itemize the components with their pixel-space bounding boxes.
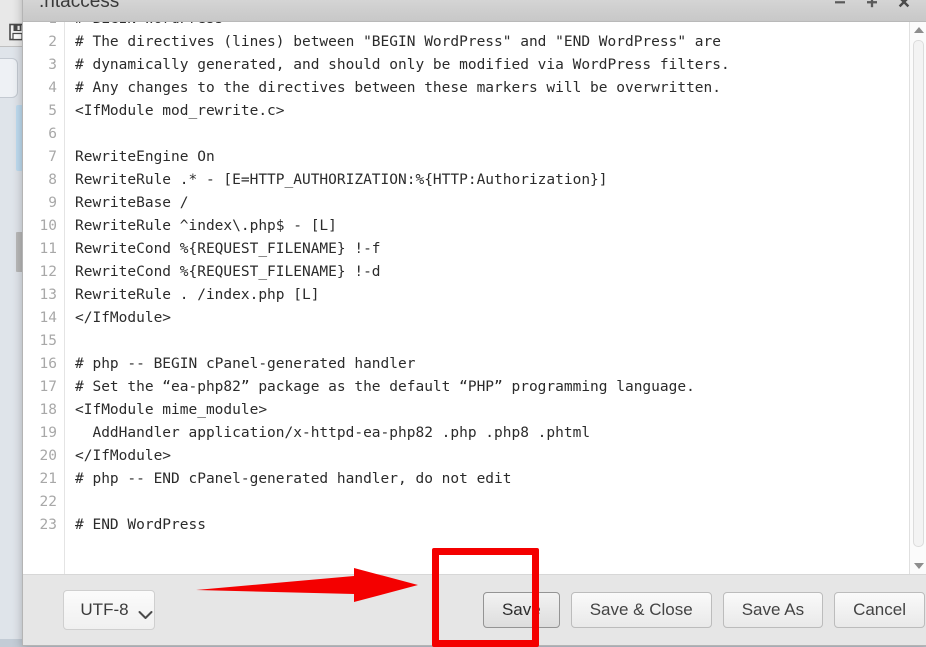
line-number: 14: [39, 310, 57, 326]
code-editor-surface[interactable]: 1234567891011121314151617181920212223 # …: [23, 22, 909, 574]
code-line[interactable]: RewriteCond %{REQUEST_FILENAME} !-d: [75, 261, 909, 284]
save-button[interactable]: Save: [482, 592, 560, 628]
dialog-footer: UTF-8 Save Save & Close Save As Cancel: [23, 575, 926, 645]
save-as-button-label: Save As: [741, 600, 805, 619]
code-line[interactable]: # The directives (lines) between "BEGIN …: [75, 31, 909, 54]
close-icon[interactable]: [895, 0, 913, 11]
code-line[interactable]: RewriteBase /: [75, 192, 909, 215]
cancel-button[interactable]: Cancel: [834, 592, 925, 628]
code-line[interactable]: [75, 491, 909, 514]
line-number: 19: [39, 425, 57, 441]
screen-root: .htaccess 2 3 4 5 6 7 8 9 10 11 12 13 14…: [0, 0, 926, 647]
line-number: 22: [39, 494, 57, 510]
line-number: 4: [48, 80, 57, 96]
code-line[interactable]: # END WordPress: [75, 514, 909, 537]
line-number: 10: [39, 218, 57, 234]
save-close-button[interactable]: Save & Close: [570, 592, 712, 628]
code-line[interactable]: RewriteRule .* - [E=HTTP_AUTHORIZATION:%…: [75, 169, 909, 192]
footer-button-group: Save Save & Close Save As Cancel: [482, 592, 925, 628]
cancel-button-label: Cancel: [853, 600, 906, 619]
scroll-up-arrow[interactable]: [910, 22, 926, 38]
code-line[interactable]: # Set the “ea-php82” package as the defa…: [75, 376, 909, 399]
line-number: 9: [48, 195, 57, 211]
code-content[interactable]: # BEGIN WordPress# The directives (lines…: [65, 22, 909, 574]
line-number: 17: [39, 379, 57, 395]
line-number: 5: [48, 103, 57, 119]
line-number: 15: [39, 333, 57, 349]
code-line[interactable]: [75, 330, 909, 353]
code-line[interactable]: [75, 123, 909, 146]
line-number: 11: [39, 241, 57, 257]
scroll-down-arrow[interactable]: [910, 558, 926, 574]
code-line[interactable]: RewriteEngine On: [75, 146, 909, 169]
code-line[interactable]: <IfModule mod_rewrite.c>: [75, 100, 909, 123]
line-number: 8: [48, 172, 57, 188]
scrollbar-thumb[interactable]: [913, 40, 924, 547]
file-editor-dialog: .htaccess 2 3 4 5 6 7 8 9 10 11 12 13 14…: [22, 0, 926, 646]
save-button-label: Save: [501, 600, 541, 619]
line-number: 18: [39, 402, 57, 418]
code-line[interactable]: # dynamically generated, and should only…: [75, 54, 909, 77]
line-number: 12: [39, 264, 57, 280]
code-line[interactable]: RewriteRule . /index.php [L]: [75, 284, 909, 307]
line-number: 6: [48, 126, 57, 142]
line-number: 7: [48, 149, 57, 165]
window-controls: [831, 0, 919, 21]
line-number: 21: [39, 471, 57, 487]
editor-vertical-scrollbar[interactable]: [909, 22, 926, 574]
minimize-icon[interactable]: [831, 0, 849, 11]
code-line[interactable]: # php -- BEGIN cPanel-generated handler: [75, 353, 909, 376]
line-number: 1: [23, 22, 57, 31]
line-number: 2: [48, 34, 57, 50]
line-number: 16: [39, 356, 57, 372]
dialog-title: .htaccess: [39, 0, 120, 12]
dialog-titlebar: .htaccess: [23, 0, 926, 22]
line-number: 13: [39, 287, 57, 303]
code-line[interactable]: # php -- END cPanel-generated handler, d…: [75, 468, 909, 491]
line-number: 20: [39, 448, 57, 464]
maximize-icon[interactable]: [863, 0, 881, 11]
save-close-button-label: Save & Close: [589, 600, 693, 619]
encoding-dropdown[interactable]: UTF-8: [63, 590, 155, 630]
code-line[interactable]: RewriteCond %{REQUEST_FILENAME} !-f: [75, 238, 909, 261]
line-number-gutter: 1234567891011121314151617181920212223: [23, 22, 65, 574]
code-line[interactable]: <IfModule mime_module>: [75, 399, 909, 422]
code-line[interactable]: # Any changes to the directives between …: [75, 77, 909, 100]
code-line[interactable]: AddHandler application/x-httpd-ea-php82 …: [75, 422, 909, 445]
code-line[interactable]: </IfModule>: [75, 307, 909, 330]
line-number: 3: [48, 57, 57, 73]
code-line[interactable]: # BEGIN WordPress: [75, 22, 909, 31]
background-card: [0, 58, 18, 98]
save-as-button[interactable]: Save As: [722, 592, 824, 628]
code-line[interactable]: </IfModule>: [75, 445, 909, 468]
code-editor[interactable]: 1234567891011121314151617181920212223 # …: [23, 22, 926, 575]
encoding-value: UTF-8: [80, 600, 129, 619]
code-line[interactable]: RewriteRule ^index\.php$ - [L]: [75, 215, 909, 238]
line-number: 23: [39, 517, 57, 533]
